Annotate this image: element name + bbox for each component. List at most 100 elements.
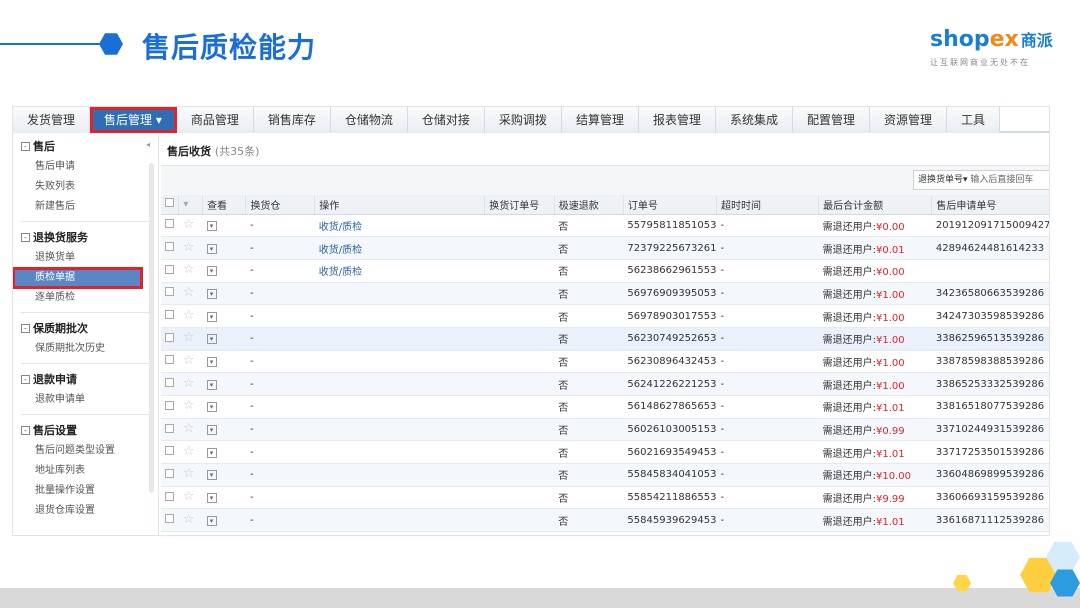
sidebar-group[interactable]: - 售后 bbox=[13, 135, 158, 157]
row-checkbox[interactable] bbox=[161, 486, 179, 510]
view-icon[interactable]: ▾ bbox=[202, 372, 246, 396]
operation-link[interactable]: 收货/质检 bbox=[314, 236, 485, 260]
table-row[interactable]: ☆ ▾ - 否 55854211886553- 需退还用户:¥9.99 3360669315… bbox=[161, 486, 1049, 510]
sidebar-scrollbar[interactable] bbox=[149, 163, 154, 493]
column-header[interactable]: 订单号 bbox=[623, 195, 718, 215]
view-icon[interactable]: ▾ bbox=[202, 463, 246, 487]
operation-link[interactable] bbox=[314, 350, 485, 374]
collapse-toggle-icon[interactable]: - bbox=[21, 374, 30, 384]
star-icon[interactable]: ☆ bbox=[178, 304, 203, 328]
sidebar-item[interactable]: 保质期批次历史 bbox=[13, 339, 158, 359]
row-checkbox[interactable] bbox=[161, 395, 179, 419]
operation-link[interactable] bbox=[314, 395, 485, 419]
sidebar-item[interactable]: 售后问题类型设置 bbox=[13, 441, 158, 461]
star-icon[interactable]: ☆ bbox=[178, 395, 203, 419]
view-icon[interactable]: ▾ bbox=[202, 418, 246, 442]
sidebar-item[interactable]: 逐单质检 bbox=[13, 288, 158, 308]
sidebar-item[interactable]: 质检单据 bbox=[13, 267, 143, 289]
row-checkbox[interactable] bbox=[161, 304, 179, 328]
view-icon[interactable]: ▾ bbox=[202, 304, 246, 328]
nav-tab[interactable]: 售后管理 ▾ bbox=[90, 107, 177, 133]
star-icon[interactable]: ☆ bbox=[178, 282, 203, 306]
view-icon[interactable]: ▾ bbox=[202, 508, 246, 533]
nav-tab[interactable]: 系统集成 bbox=[715, 107, 793, 133]
view-icon[interactable]: ▾ bbox=[202, 214, 246, 238]
operation-link[interactable] bbox=[314, 486, 485, 510]
table-row[interactable]: ☆ ▾ - 否 56976909395053- 需退还用户:¥1.00 3423658066… bbox=[161, 282, 1049, 306]
operation-link[interactable]: 收货/质检 bbox=[314, 214, 485, 238]
nav-tab[interactable]: 结算管理 bbox=[561, 107, 639, 133]
nav-tab[interactable]: 仓储物流 bbox=[330, 107, 408, 133]
nav-tab[interactable]: 发货管理 bbox=[13, 107, 91, 133]
search-field-select[interactable]: 退换货单号▾ bbox=[918, 175, 968, 185]
collapse-toggle-icon[interactable]: - bbox=[21, 232, 30, 242]
row-checkbox[interactable] bbox=[161, 418, 179, 442]
sidebar-item[interactable]: 退款申请单 bbox=[13, 390, 158, 410]
table-row[interactable]: ☆ ▾ - 收货/质检否 55795811851053- 需退还用户:¥0.00 20191… bbox=[161, 214, 1049, 238]
nav-tab[interactable]: 报表管理 bbox=[638, 107, 716, 133]
star-icon[interactable]: ☆ bbox=[178, 372, 203, 396]
sidebar-group[interactable]: - 退换货服务 bbox=[13, 226, 158, 248]
column-header[interactable]: 换货订单号 bbox=[484, 195, 555, 215]
select-all-checkbox[interactable] bbox=[161, 195, 180, 215]
table-row[interactable]: ☆ ▾ - 否 56230896432453- 需退还用户:¥1.00 3387859838… bbox=[161, 350, 1049, 374]
table-row[interactable]: ☆ ▾ - 否 55845834041053- 需退还用户:¥10.00 336048698… bbox=[161, 463, 1049, 487]
column-header[interactable]: 换货仓 bbox=[245, 195, 316, 215]
nav-tab[interactable]: 资源管理 bbox=[870, 107, 948, 133]
view-icon[interactable]: ▾ bbox=[202, 486, 246, 510]
row-checkbox[interactable] bbox=[161, 259, 179, 283]
collapse-toggle-icon[interactable]: - bbox=[21, 425, 30, 435]
star-icon[interactable]: ☆ bbox=[178, 327, 203, 351]
table-row[interactable]: ☆ ▾ - 否 56241226221253- 需退还用户:¥1.00 3386525333… bbox=[161, 372, 1049, 396]
column-header[interactable]: 最后合计金额 bbox=[818, 195, 933, 215]
sidebar-group[interactable]: - 售后设置 bbox=[13, 419, 158, 441]
collapse-toggle-icon[interactable]: - bbox=[21, 141, 30, 151]
nav-tab[interactable]: 销售库存 bbox=[253, 107, 331, 133]
sidebar-item[interactable]: 售后申请 bbox=[13, 157, 158, 177]
sidebar-group[interactable]: - 保质期批次 bbox=[13, 317, 158, 339]
star-icon[interactable]: ☆ bbox=[178, 236, 203, 260]
view-icon[interactable]: ▾ bbox=[202, 259, 246, 283]
column-header[interactable]: 售后申请单号 bbox=[931, 195, 1049, 215]
nav-tab[interactable]: 采购调拨 bbox=[484, 107, 562, 133]
table-row[interactable]: ☆ ▾ - 否 56026103005153- 需退还用户:¥0.99 3371024493… bbox=[161, 418, 1049, 442]
operation-link[interactable] bbox=[314, 440, 485, 465]
row-checkbox[interactable] bbox=[161, 327, 179, 351]
column-header[interactable]: 查看 bbox=[202, 195, 247, 215]
operation-link[interactable] bbox=[314, 463, 485, 487]
table-row[interactable]: ☆ ▾ - 否 56021693549453- 需退还用户:¥1.01 3371725350… bbox=[161, 440, 1049, 465]
row-checkbox[interactable] bbox=[161, 463, 179, 487]
view-icon[interactable]: ▾ bbox=[202, 440, 246, 465]
sidebar-item[interactable]: 退换货单 bbox=[13, 248, 158, 268]
star-icon[interactable]: ☆ bbox=[178, 214, 203, 238]
nav-tab[interactable]: 配置管理 bbox=[792, 107, 870, 133]
sort-icon[interactable]: ▾ bbox=[178, 195, 204, 215]
view-icon[interactable]: ▾ bbox=[202, 282, 246, 306]
star-icon[interactable]: ☆ bbox=[178, 440, 203, 465]
view-icon[interactable]: ▾ bbox=[202, 350, 246, 374]
sidebar-item[interactable]: 地址库列表 bbox=[13, 461, 158, 481]
sidebar-item[interactable]: 批量操作设置 bbox=[13, 481, 158, 501]
table-row[interactable]: ☆ ▾ - 否 56148627865653- 需退还用户:¥1.01 3381651807… bbox=[161, 395, 1049, 419]
nav-tab[interactable]: 仓储对接 bbox=[407, 107, 485, 133]
row-checkbox[interactable] bbox=[161, 282, 179, 306]
table-row[interactable]: ☆ ▾ - 收货/质检否 72379225673261- 需退还用户:¥0.01 42894… bbox=[161, 236, 1049, 260]
row-checkbox[interactable] bbox=[161, 350, 179, 374]
sidebar-group[interactable]: - 退款申请 bbox=[13, 368, 158, 390]
table-row[interactable]: ☆ ▾ - 否 56978903017553- 需退还用户:¥1.00 3424730359… bbox=[161, 304, 1049, 328]
sidebar-collapse-icon[interactable]: ◂ bbox=[146, 140, 150, 149]
row-checkbox[interactable] bbox=[161, 508, 179, 533]
table-row[interactable]: ☆ ▾ - 否 55845939629453- 需退还用户:¥1.01 3361687111… bbox=[161, 508, 1049, 533]
star-icon[interactable]: ☆ bbox=[178, 486, 203, 510]
row-checkbox[interactable] bbox=[161, 372, 179, 396]
sidebar-item[interactable]: 退货仓库设置 bbox=[13, 501, 158, 521]
star-icon[interactable]: ☆ bbox=[178, 418, 203, 442]
view-icon[interactable]: ▾ bbox=[202, 327, 246, 351]
collapse-toggle-icon[interactable]: - bbox=[21, 323, 30, 333]
table-row[interactable]: ☆ ▾ - 否 56230749252653- 需退还用户:¥1.00 3386259651… bbox=[161, 327, 1049, 351]
column-header[interactable]: 极速退款 bbox=[554, 195, 624, 215]
nav-tab[interactable]: 商品管理 bbox=[176, 107, 254, 133]
table-row[interactable]: ☆ ▾ - 收货/质检否 56238662961553- 需退还用户:¥0.00 bbox=[161, 259, 1049, 283]
star-icon[interactable]: ☆ bbox=[178, 508, 203, 533]
star-icon[interactable]: ☆ bbox=[178, 463, 203, 487]
